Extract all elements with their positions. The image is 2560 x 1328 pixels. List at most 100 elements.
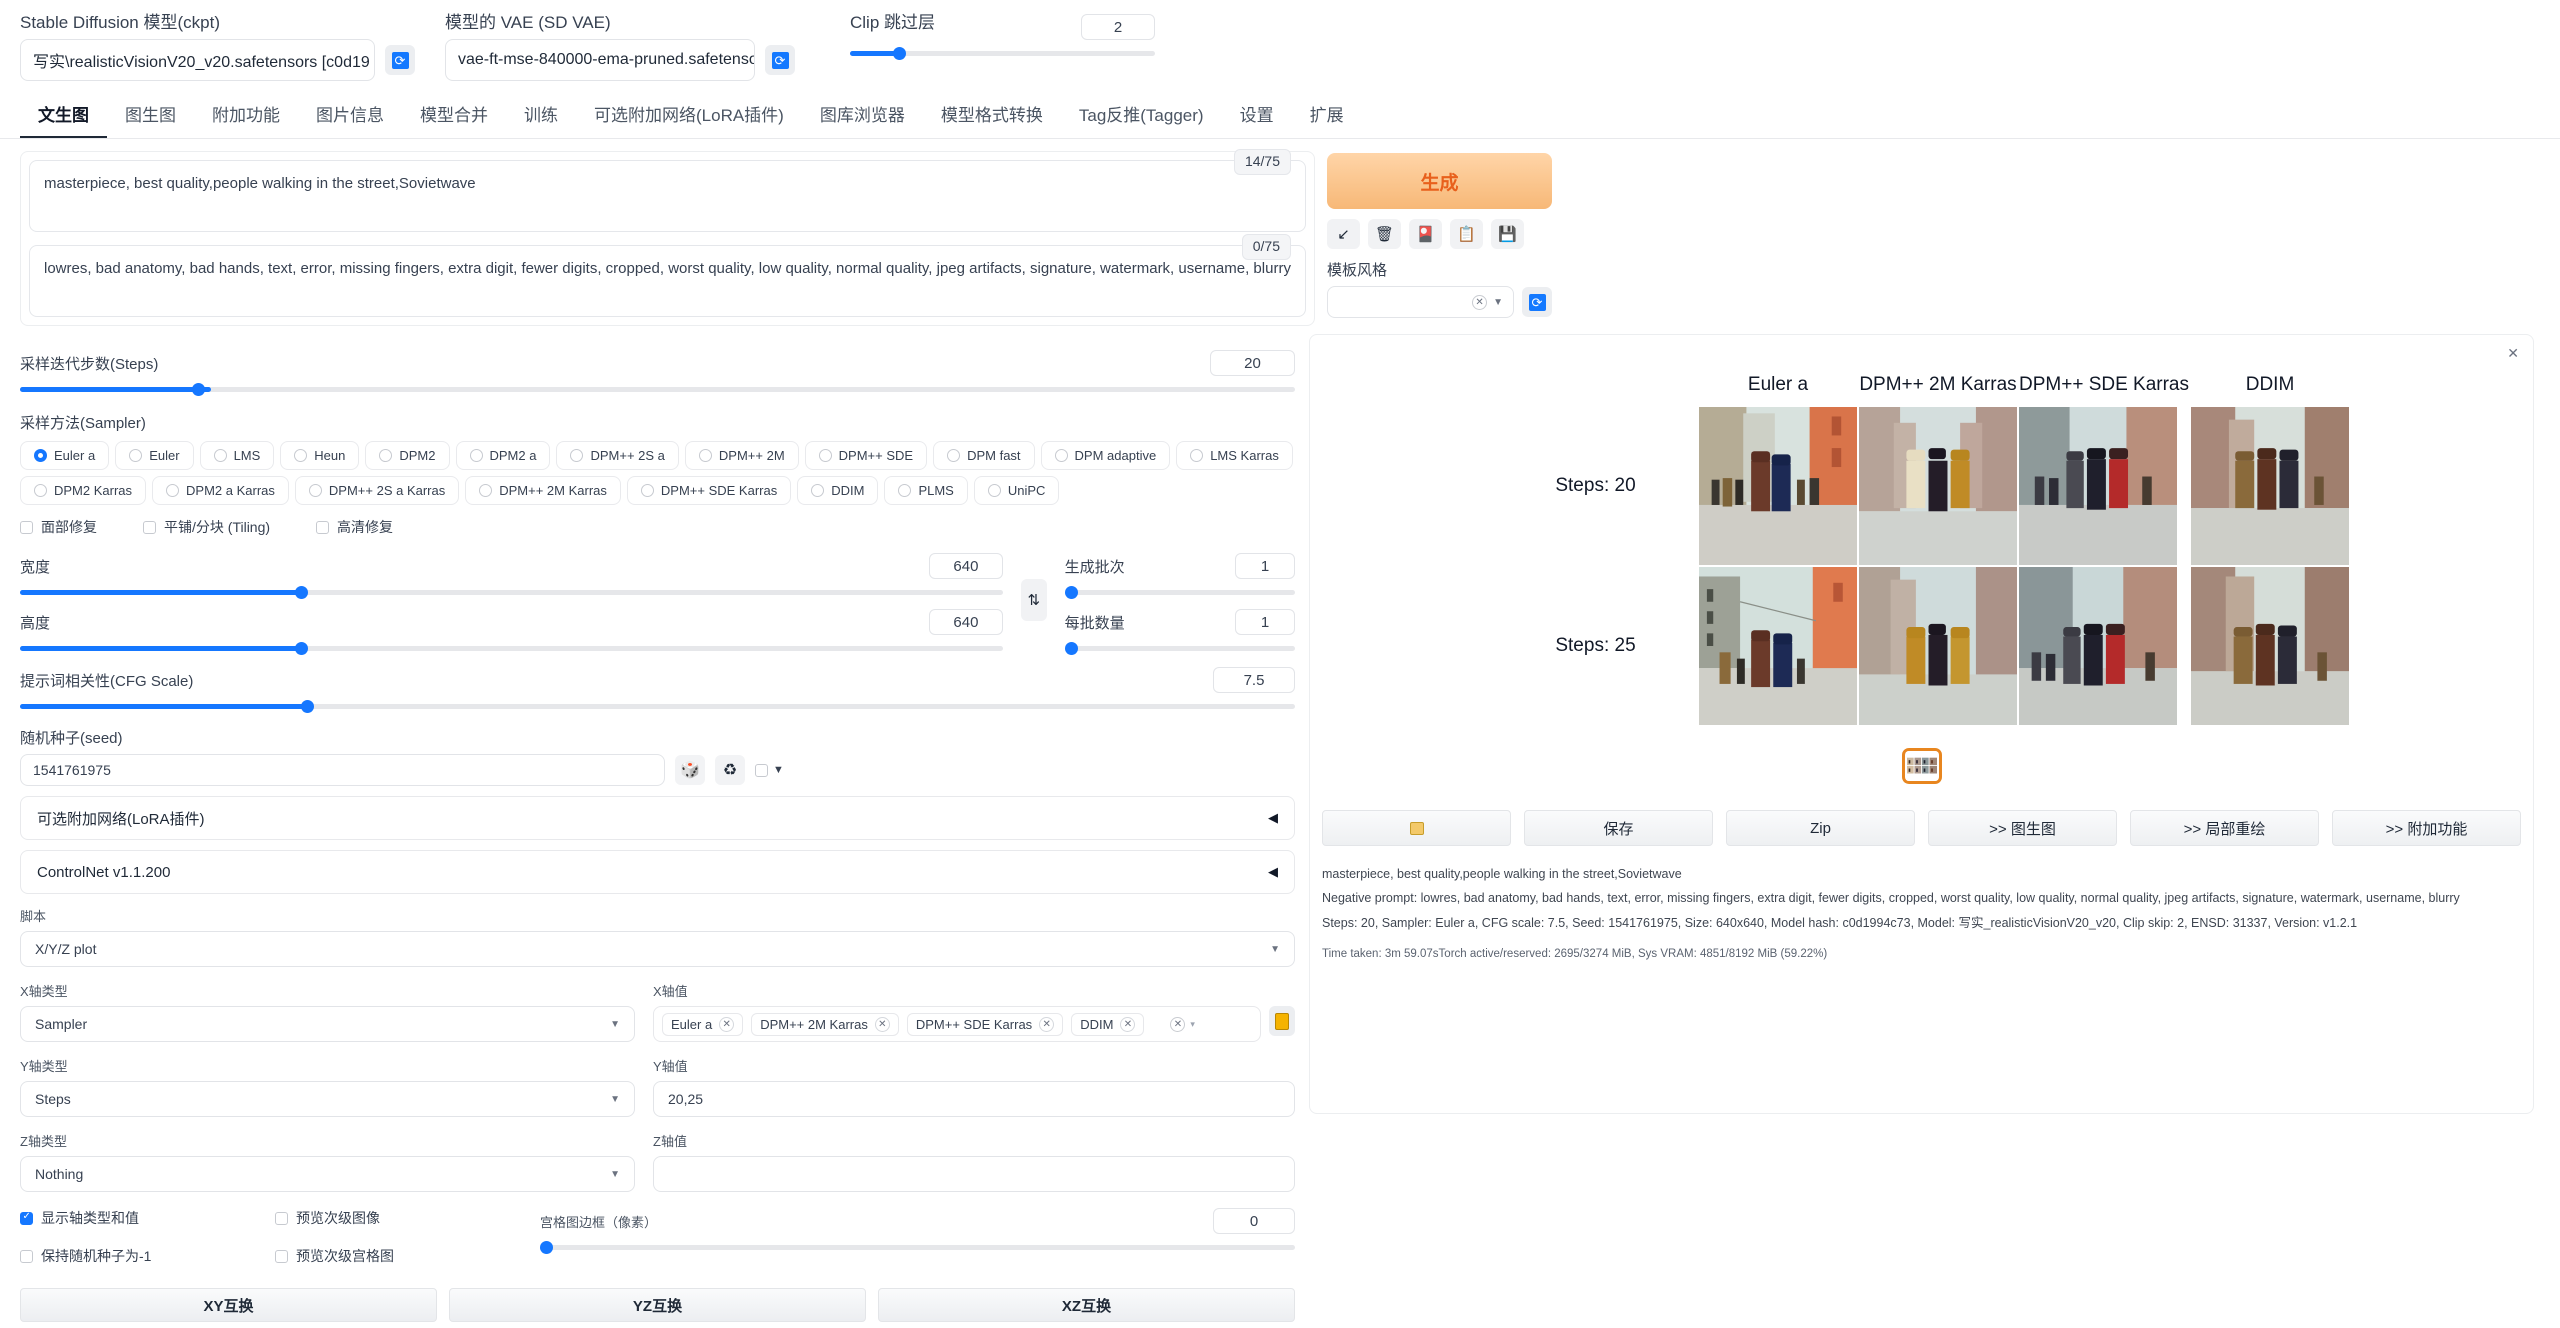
- generated-image-r0c2[interactable]: [2019, 407, 2177, 565]
- script-select[interactable]: X/Y/Z plot ▼: [20, 931, 1295, 967]
- sampler-option-dpmpp-sde[interactable]: DPM++ SDE: [804, 441, 928, 470]
- tab-txt2img[interactable]: 文生图: [20, 91, 107, 138]
- sampler-option-lms-karras[interactable]: LMS Karras: [1176, 441, 1293, 470]
- clip-skip-value[interactable]: 2: [1081, 14, 1155, 40]
- z-axis-values-input[interactable]: [653, 1156, 1295, 1192]
- slider-knob[interactable]: [1064, 586, 1078, 599]
- sampler-option-heun[interactable]: Heun: [280, 441, 360, 470]
- width-value[interactable]: 640: [928, 553, 1003, 579]
- tab-train[interactable]: 训练: [506, 91, 576, 138]
- sampler-option-dpm2[interactable]: DPM2: [365, 441, 450, 470]
- cfg-value[interactable]: 7.5: [1213, 667, 1295, 693]
- sampler-option-euler[interactable]: Euler: [115, 441, 194, 470]
- generated-image-r1c3[interactable]: [2191, 567, 2349, 725]
- ckpt-select[interactable]: 写实\realisticVisionV20_v20.safetensors [c…: [20, 39, 375, 81]
- sampler-option-dpmpp-2s-a[interactable]: DPM++ 2S a: [556, 441, 679, 470]
- tab-tagger[interactable]: Tag反推(Tagger): [1061, 91, 1222, 138]
- dice-icon[interactable]: 🎲: [675, 755, 705, 785]
- z-axis-type-select[interactable]: Nothing ▼: [20, 1156, 635, 1192]
- sampler-option-euler-a[interactable]: Euler a: [20, 441, 110, 470]
- checkbox-tiling[interactable]: 平铺/分块 (Tiling): [143, 517, 270, 537]
- sampler-option-lms[interactable]: LMS: [199, 441, 275, 470]
- style-select[interactable]: ✕ ▼: [1327, 286, 1514, 318]
- sampler-option-dpm-adaptive[interactable]: DPM adaptive: [1040, 441, 1171, 470]
- chip-remove-icon[interactable]: ✕: [874, 1016, 890, 1032]
- width-slider[interactable]: [20, 585, 1003, 599]
- xy-swap-button[interactable]: XY互换: [20, 1288, 437, 1322]
- grid-cell[interactable]: [2018, 566, 2190, 726]
- x-axis-fill-button[interactable]: [1269, 1006, 1295, 1036]
- generated-image-r0c1[interactable]: [1859, 407, 2017, 565]
- slider-knob[interactable]: [1064, 642, 1078, 655]
- sampler-option-dpm2-a[interactable]: DPM2 a: [455, 441, 551, 470]
- send-to-extras-button[interactable]: >> 附加功能: [2332, 810, 2521, 846]
- height-value[interactable]: 640: [928, 609, 1003, 635]
- sampler-option-dpmpp-sde-karras[interactable]: DPM++ SDE Karras: [626, 476, 792, 505]
- slider-knob[interactable]: [892, 47, 906, 60]
- chip-ddim[interactable]: DDIM ✕: [1071, 1012, 1145, 1036]
- checkbox-face-restore[interactable]: 面部修复: [20, 517, 97, 537]
- x-axis-type-select[interactable]: Sampler ▼: [20, 1006, 635, 1042]
- sampler-option-dpmpp-2m[interactable]: DPM++ 2M: [684, 441, 799, 470]
- slider-knob[interactable]: [295, 586, 309, 599]
- slider-knob[interactable]: [192, 383, 206, 396]
- open-folder-button[interactable]: [1322, 810, 1511, 846]
- sampler-option-dpm2-a-karras[interactable]: DPM2 a Karras: [152, 476, 289, 505]
- checkbox-keep-seed[interactable]: 保持随机种子为-1: [20, 1246, 275, 1266]
- xyz-grid-thumbnail[interactable]: [1901, 748, 1942, 784]
- chip-remove-icon[interactable]: ✕: [1039, 1016, 1055, 1032]
- seed-extra-checkbox[interactable]: [755, 763, 768, 777]
- tab-extensions[interactable]: 扩展: [1292, 91, 1362, 138]
- grid-cell[interactable]: [1858, 566, 2018, 726]
- arrow-down-left-icon[interactable]: ↙: [1327, 219, 1360, 249]
- grid-cell[interactable]: [2190, 566, 2350, 726]
- generated-image-r1c0[interactable]: [1699, 567, 1857, 725]
- height-slider[interactable]: [20, 641, 1003, 655]
- slider-knob[interactable]: [300, 700, 314, 713]
- grid-cell[interactable]: [1698, 566, 1858, 726]
- grid-margin-slider[interactable]: [540, 1240, 1295, 1254]
- grid-cell[interactable]: [1698, 406, 1858, 566]
- extra-networks-icon[interactable]: 🎴: [1409, 219, 1442, 249]
- clear-all-icon[interactable]: ✕: [1170, 1016, 1186, 1032]
- steps-value[interactable]: 20: [1210, 350, 1295, 376]
- chip-euler-a[interactable]: Euler a ✕: [662, 1012, 744, 1036]
- tab-img2img[interactable]: 图生图: [107, 91, 194, 138]
- tab-settings[interactable]: 设置: [1222, 91, 1292, 138]
- yz-swap-button[interactable]: YZ互换: [449, 1288, 866, 1322]
- recycle-icon[interactable]: ♻: [715, 755, 745, 785]
- chevron-down-icon[interactable]: ▼: [773, 764, 784, 776]
- tab-gallery[interactable]: 图库浏览器: [802, 91, 923, 138]
- generated-image-r0c0[interactable]: [1699, 407, 1857, 565]
- grid-cell[interactable]: [2190, 406, 2350, 566]
- generated-image-r1c1[interactable]: [1859, 567, 2017, 725]
- tab-extras[interactable]: 附加功能: [194, 91, 298, 138]
- save-button[interactable]: 保存: [1524, 810, 1713, 846]
- chip-remove-icon[interactable]: ✕: [1120, 1016, 1136, 1032]
- sampler-option-dpmpp-2m-karras[interactable]: DPM++ 2M Karras: [465, 476, 621, 505]
- sampler-option-ddim[interactable]: DDIM: [797, 476, 879, 505]
- sampler-option-dpmpp-2s-a-karras[interactable]: DPM++ 2S a Karras: [294, 476, 460, 505]
- x-axis-values-input[interactable]: Euler a ✕ DPM++ 2M Karras ✕ DPM++ SDE Karr…: [653, 1006, 1261, 1042]
- cfg-slider[interactable]: [20, 699, 1295, 713]
- generated-image-r0c3[interactable]: [2191, 407, 2349, 565]
- sampler-option-plms[interactable]: PLMS: [884, 476, 968, 505]
- style-refresh-button[interactable]: ⟳: [1522, 287, 1552, 317]
- send-to-img2img-button[interactable]: >> 图生图: [1928, 810, 2117, 846]
- steps-slider[interactable]: [20, 382, 1295, 396]
- sampler-option-dpm2-karras[interactable]: DPM2 Karras: [20, 476, 147, 505]
- accordion-controlnet[interactable]: ControlNet v1.1.200 ◀: [20, 850, 1295, 894]
- chip-dpmpp-sde-karras[interactable]: DPM++ SDE Karras ✕: [906, 1012, 1064, 1036]
- grid-margin-value[interactable]: 0: [1213, 1208, 1295, 1234]
- grid-cell[interactable]: [2018, 406, 2190, 566]
- sampler-option-unipc[interactable]: UniPC: [973, 476, 1060, 505]
- xz-swap-button[interactable]: XZ互换: [878, 1288, 1295, 1322]
- seed-input[interactable]: 1541761975: [20, 754, 665, 786]
- clip-skip-slider[interactable]: [850, 46, 1155, 60]
- clear-x-icon[interactable]: ✕: [1472, 294, 1488, 310]
- ckpt-refresh-button[interactable]: ⟳: [385, 45, 415, 75]
- checkbox-draw-legend[interactable]: 显示轴类型和值: [20, 1208, 275, 1228]
- sampler-option-dpm-fast[interactable]: DPM fast: [933, 441, 1035, 470]
- close-icon[interactable]: ✕: [2507, 345, 2519, 362]
- positive-prompt-input[interactable]: 14/75 masterpiece, best quality,people w…: [29, 149, 1306, 232]
